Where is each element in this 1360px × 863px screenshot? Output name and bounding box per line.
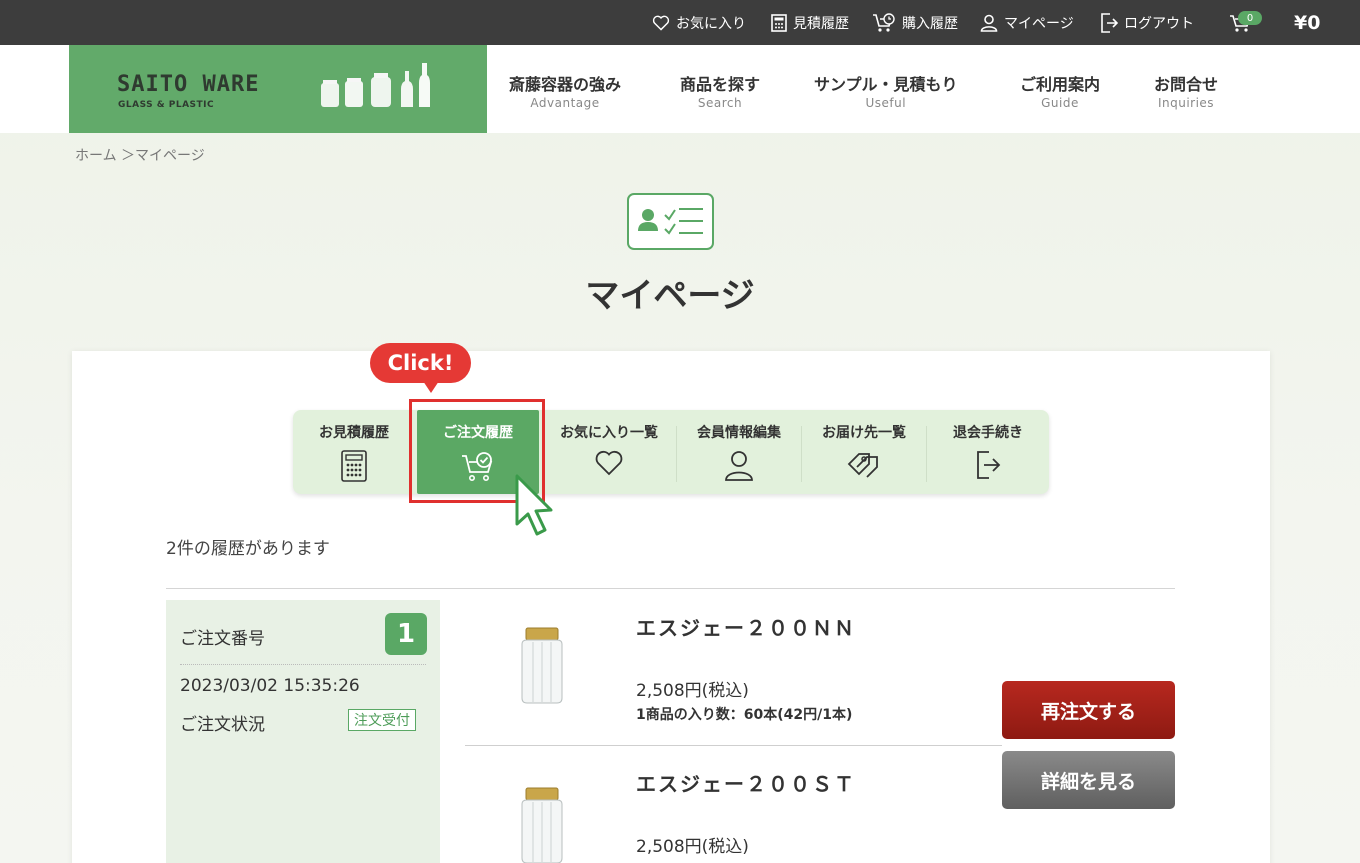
click-callout: Click! <box>370 343 471 383</box>
mypage-link[interactable]: マイページ <box>980 0 1074 45</box>
heart-icon <box>595 450 623 476</box>
pointer-cursor-icon <box>515 474 553 536</box>
nav-advantage[interactable]: 斎藤容器の強み Advantage <box>509 71 621 110</box>
favorites-link[interactable]: お気に入り <box>652 0 746 45</box>
reorder-button[interactable]: 再注文する <box>1002 681 1175 739</box>
order-item: エスジェー２００ＮＮ 2,508円(税込) 1商品の入り数：60本(42円/1本… <box>465 600 1005 745</box>
order-separator <box>180 664 426 665</box>
tab-favorites[interactable]: お気に入り一覧 <box>543 410 675 494</box>
tab-quote-history[interactable]: お見積履歴 <box>293 410 415 494</box>
user-icon <box>980 14 998 32</box>
tab-shipping-addresses[interactable]: お届け先一覧 <box>802 410 926 494</box>
tab-member-info[interactable]: 会員情報編集 <box>677 410 801 494</box>
product-price: 2,508円(税込) <box>636 837 749 857</box>
product-name[interactable]: エスジェー２００ＮＮ <box>636 612 856 641</box>
purchase-history-label: 購入履歴 <box>902 15 958 32</box>
mypage-tabs: お見積履歴 ご注文履歴 お気に入り一覧 会員情報編集 お届け先一覧 退会手続き <box>293 410 1049 494</box>
purchase-history-link[interactable]: 購入履歴 <box>872 0 958 45</box>
quote-history-label: 見積履歴 <box>793 15 849 32</box>
order-status-label: ご注文状況 <box>180 715 265 735</box>
site-logo[interactable]: SAITO WARE GLASS & PLASTIC <box>69 45 487 133</box>
logo-subtext: GLASS & PLASTIC <box>118 100 215 110</box>
heart-icon <box>652 15 670 31</box>
tags-icon <box>847 453 878 478</box>
logout-icon <box>1101 12 1118 33</box>
product-name[interactable]: エスジェー２００ＳＴ <box>636 768 856 797</box>
view-details-button[interactable]: 詳細を見る <box>1002 751 1175 809</box>
nav-inquiries[interactable]: お問合せ Inquiries <box>1154 71 1218 110</box>
order-number-label: ご注文番号 <box>180 629 265 649</box>
nav-guide[interactable]: ご利用案内 Guide <box>1020 71 1100 110</box>
history-count: 2件の履歴があります <box>166 539 330 559</box>
logout-link[interactable]: ログアウト <box>1100 0 1194 45</box>
top-utility-bar: お気に入り 見積履歴 購入履歴 マイページ ログアウト 0 ¥0 <box>0 0 1360 45</box>
cart-count-badge: 0 <box>1238 11 1262 25</box>
product-price: 2,508円(税込) <box>636 681 749 701</box>
site-header: SAITO WARE GLASS & PLASTIC 斎藤容器の強み Advant… <box>0 45 1360 133</box>
list-divider <box>166 588 1175 589</box>
nav-search[interactable]: 商品を探す Search <box>680 71 760 110</box>
logo-text: SAITO WARE <box>117 72 260 97</box>
page-title: マイページ <box>585 276 755 316</box>
click-callout-tail <box>423 381 439 393</box>
order-datetime: 2023/03/02 15:35:26 <box>180 676 360 696</box>
member-card-icon <box>627 193 714 250</box>
tab-withdraw[interactable]: 退会手続き <box>927 410 1049 494</box>
order-number-badge: 1 <box>385 613 427 655</box>
logout-label: ログアウト <box>1124 15 1194 32</box>
calculator-icon <box>771 13 787 32</box>
jar-image <box>521 787 563 863</box>
cart-clock-icon <box>873 12 895 32</box>
breadcrumb[interactable]: ホーム ＞マイページ <box>75 145 205 165</box>
nav-sample-quote[interactable]: サンプル・見積もり Useful <box>814 71 958 110</box>
jar-image <box>521 627 563 704</box>
mypage-label: マイページ <box>1004 15 1074 32</box>
order-summary: ご注文番号 1 2023/03/02 15:35:26 ご注文状況 注文受付 <box>166 600 440 863</box>
bottles-illustration <box>321 63 430 107</box>
user-icon <box>725 451 753 481</box>
calculator-icon <box>341 450 367 482</box>
favorites-label: お気に入り <box>676 15 746 32</box>
quote-history-link[interactable]: 見積履歴 <box>771 0 849 45</box>
order-status-badge: 注文受付 <box>348 709 416 731</box>
product-quantity-info: 1商品の入り数：60本(42円/1本) <box>636 707 853 723</box>
cart-total: ¥0 <box>1294 11 1321 34</box>
logout-icon <box>977 451 1001 479</box>
order-item: エスジェー２００ＳＴ 2,508円(税込) <box>465 746 1005 863</box>
